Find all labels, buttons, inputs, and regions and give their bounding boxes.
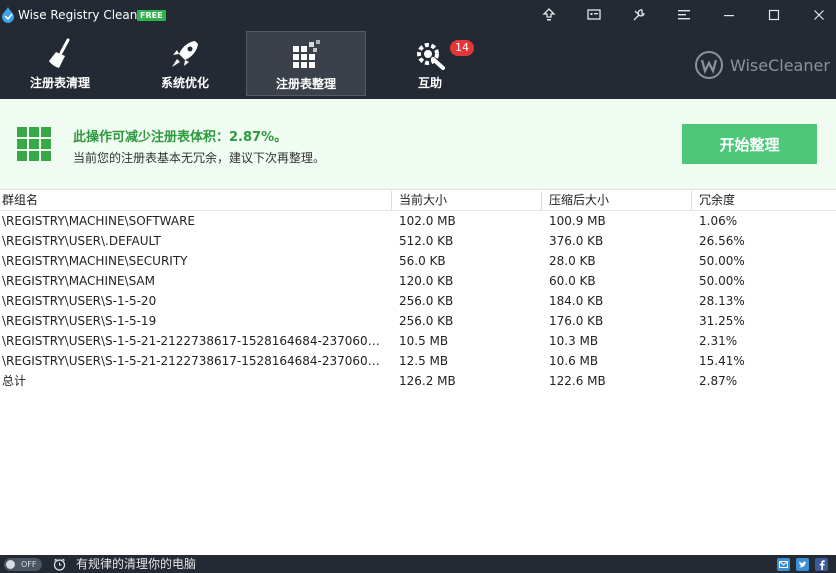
title-bar: Wise Registry Cleaner 9 FREE [0, 0, 836, 30]
cell-current-size: 126.2 MB [399, 374, 456, 388]
close-icon[interactable] [804, 2, 834, 28]
tab-label: 注册表清理 [29, 76, 90, 90]
cell-compressed-size: 60.0 KB [549, 274, 596, 288]
table-header: 群组名 当前大小 压缩后大小 冗余度 [0, 190, 836, 211]
table-row-total[interactable]: 总计 126.2 MB 122.6 MB 2.87% [0, 371, 836, 391]
tab-registry-clean[interactable]: 注册表清理 [0, 31, 120, 96]
registry-grid-icon [17, 127, 51, 161]
cell-current-size: 512.0 KB [399, 234, 454, 248]
notification-badge: 14 [450, 40, 474, 56]
rocket-icon [172, 41, 198, 67]
status-bar: OFF 有规律的清理你的电脑 [0, 555, 836, 573]
cell-redundancy: 50.00% [699, 274, 745, 288]
top-bar: Wise Registry Cleaner 9 FREE 注册表清理 系统优化 … [0, 0, 836, 99]
toggle-label: OFF [21, 560, 37, 569]
tools-icon[interactable] [624, 2, 654, 28]
broom-icon [49, 38, 70, 68]
tab-registry-defrag[interactable]: 注册表整理 [246, 31, 366, 96]
cell-group: \REGISTRY\MACHINE\SOFTWARE [2, 214, 196, 228]
column-header-group[interactable]: 群组名 [2, 190, 38, 211]
free-badge: FREE [137, 10, 166, 21]
cell-current-size: 256.0 KB [399, 314, 454, 328]
table-row[interactable]: \REGISTRY\MACHINE\SECURITY 56.0 KB 28.0 … [0, 251, 836, 271]
cell-redundancy: 31.25% [699, 314, 745, 328]
cell-current-size: 56.0 KB [399, 254, 446, 268]
cell-current-size: 256.0 KB [399, 294, 454, 308]
banner-title: 此操作可减少注册表体积：2.87%。 [73, 130, 288, 145]
start-defrag-button[interactable]: 开始整理 [682, 124, 817, 164]
tab-label: 互助 [417, 76, 442, 90]
cell-group: \REGISTRY\USER\S-1-5-21-2122738617-15281… [2, 334, 386, 348]
cell-group: \REGISTRY\USER\S-1-5-21-2122738617-15281… [2, 354, 386, 368]
cell-redundancy: 2.31% [699, 334, 738, 348]
cell-compressed-size: 176.0 KB [549, 314, 604, 328]
cell-group: \REGISTRY\MACHINE\SECURITY [2, 254, 188, 268]
table-row[interactable]: \REGISTRY\USER\S-1-5-20 256.0 KB 184.0 K… [0, 291, 836, 311]
cell-group: \REGISTRY\USER\.DEFAULT [2, 234, 161, 248]
table-row[interactable]: \REGISTRY\USER\S-1-5-21-2122738617-15281… [0, 351, 836, 371]
table-row[interactable]: \REGISTRY\USER\.DEFAULT 512.0 KB 376.0 K… [0, 231, 836, 251]
column-divider[interactable] [391, 191, 392, 210]
cell-compressed-size: 100.9 MB [549, 214, 606, 228]
facebook-icon[interactable] [815, 558, 828, 571]
cell-current-size: 102.0 MB [399, 214, 456, 228]
upgrade-icon[interactable] [534, 2, 564, 28]
cell-compressed-size: 10.3 MB [549, 334, 599, 348]
app-logo-icon [2, 7, 14, 23]
maximize-icon[interactable] [759, 2, 789, 28]
toggle-knob [6, 560, 15, 569]
cell-redundancy: 2.87% [699, 374, 738, 388]
cell-compressed-size: 10.6 MB [549, 354, 599, 368]
cell-compressed-size: 184.0 KB [549, 294, 604, 308]
schedule-toggle[interactable]: OFF [4, 558, 42, 571]
cell-compressed-size: 122.6 MB [549, 374, 606, 388]
menu-card-icon[interactable] [579, 2, 609, 28]
table-row[interactable]: \REGISTRY\USER\S-1-5-19 256.0 KB 176.0 K… [0, 311, 836, 331]
minimize-icon[interactable] [714, 2, 744, 28]
schedule-text[interactable]: 有规律的清理你的电脑 [76, 557, 196, 572]
cell-redundancy: 50.00% [699, 254, 745, 268]
table-row[interactable]: \REGISTRY\USER\S-1-5-21-2122738617-15281… [0, 331, 836, 351]
brand-text: WiseCleaner [730, 55, 830, 75]
brand-logo: WiseCleaner [694, 50, 830, 80]
table-row[interactable]: \REGISTRY\MACHINE\SOFTWARE 102.0 MB 100.… [0, 211, 836, 231]
column-header-redundancy[interactable]: 冗余度 [699, 190, 735, 211]
column-divider[interactable] [541, 191, 542, 210]
email-icon[interactable] [777, 558, 790, 571]
cell-redundancy: 15.41% [699, 354, 745, 368]
alarm-clock-icon [53, 558, 66, 571]
tab-label: 系统优化 [160, 76, 209, 90]
wisecleaner-logo-icon [695, 51, 723, 79]
column-header-current-size[interactable]: 当前大小 [399, 190, 447, 211]
cell-redundancy: 28.13% [699, 294, 745, 308]
cell-current-size: 120.0 KB [399, 274, 454, 288]
column-header-compressed-size[interactable]: 压缩后大小 [549, 190, 609, 211]
cell-group: \REGISTRY\USER\S-1-5-20 [2, 294, 157, 308]
tab-label: 注册表整理 [275, 77, 336, 91]
table-row[interactable]: \REGISTRY\MACHINE\SAM 120.0 KB 60.0 KB 5… [0, 271, 836, 291]
registry-table: 群组名 当前大小 压缩后大小 冗余度 \REGISTRY\MACHINE\SOF… [0, 190, 836, 391]
info-banner: 此操作可减少注册表体积：2.87%。 当前您的注册表基本无冗余，建议下次再整理。… [0, 99, 836, 190]
cell-compressed-size: 376.0 KB [549, 234, 604, 248]
cell-group: 总计 [2, 374, 27, 388]
twitter-icon[interactable] [796, 558, 809, 571]
tab-system-optimize[interactable]: 系统优化 [125, 31, 245, 96]
cell-compressed-size: 28.0 KB [549, 254, 596, 268]
column-divider[interactable] [691, 191, 692, 210]
wrench-gear-icon [417, 43, 445, 70]
cell-group: \REGISTRY\USER\S-1-5-19 [2, 314, 157, 328]
cell-redundancy: 1.06% [699, 214, 738, 228]
cell-current-size: 10.5 MB [399, 334, 449, 348]
banner-subtitle: 当前您的注册表基本无冗余，建议下次再整理。 [73, 151, 326, 165]
tab-mutual-help[interactable]: 互助 [370, 31, 490, 96]
defrag-blocks-icon [293, 40, 320, 68]
cell-redundancy: 26.56% [699, 234, 745, 248]
list-menu-icon[interactable] [669, 2, 699, 28]
cell-current-size: 12.5 MB [399, 354, 449, 368]
cell-group: \REGISTRY\MACHINE\SAM [2, 274, 155, 288]
